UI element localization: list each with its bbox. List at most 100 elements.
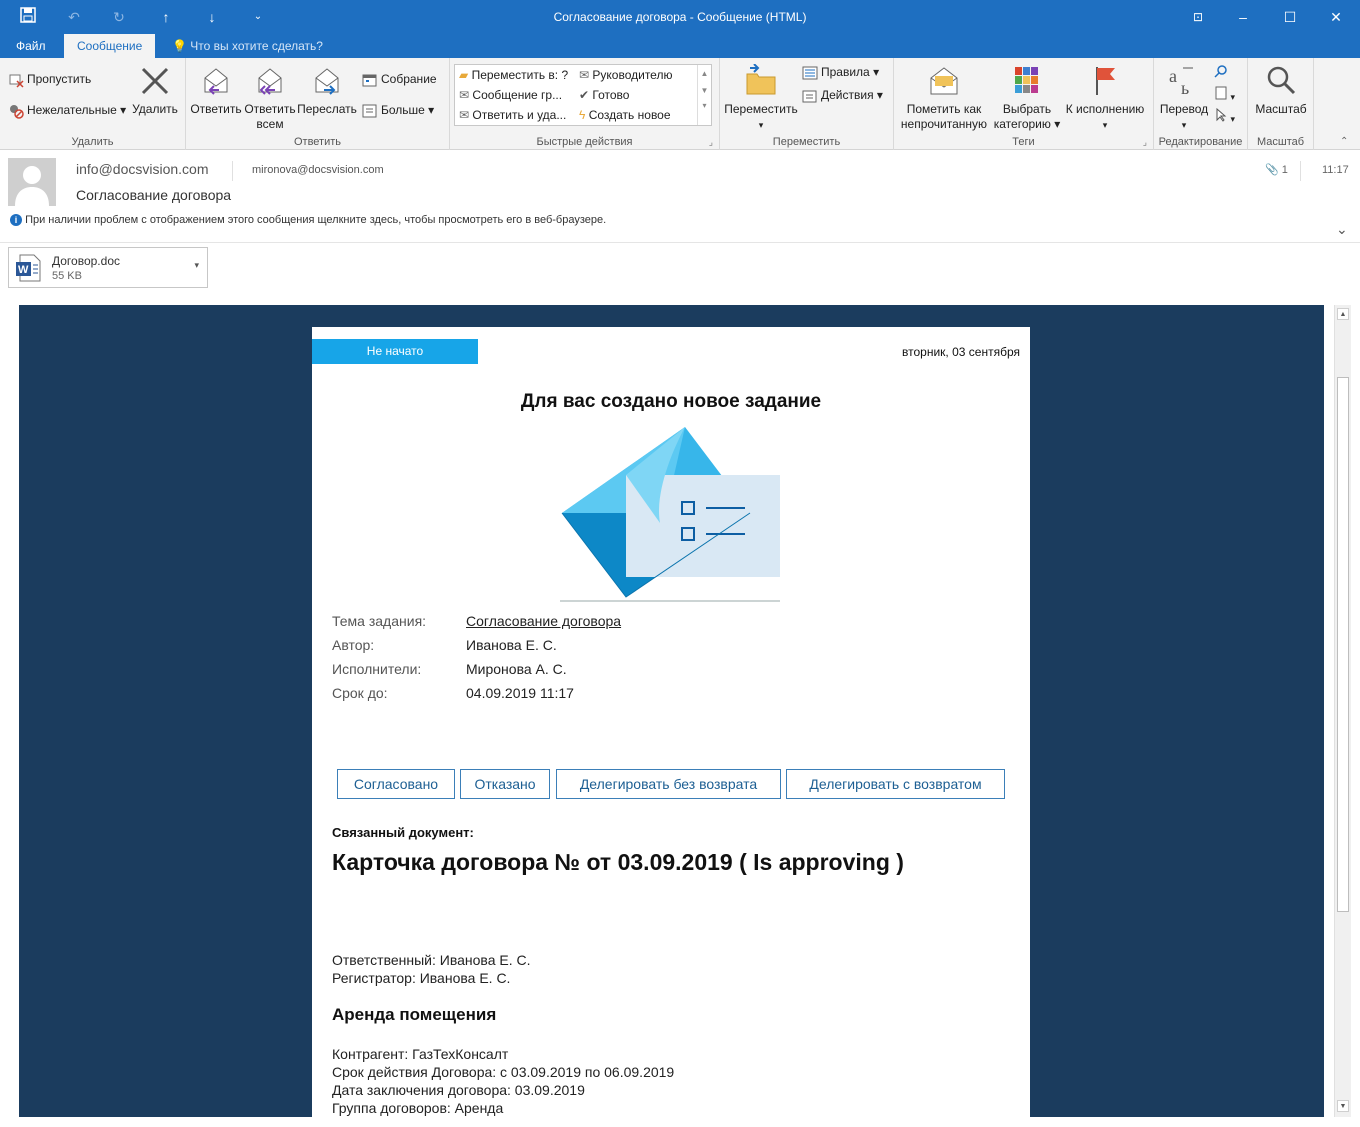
more-icon (362, 104, 377, 118)
contract-group-text: Группа договоров: Аренда (332, 1100, 504, 1116)
reply-delete-icon: ✉ (459, 108, 470, 122)
group-zoom: Масштаб Масштаб (1248, 58, 1314, 150)
new-task-envelope-icon (560, 427, 780, 602)
meeting-icon (362, 74, 377, 87)
group-label-respond: Ответить (293, 136, 342, 148)
field-value: 04.09.2019 11:17 (466, 685, 574, 701)
group-label-zoom: Масштаб (1256, 136, 1305, 148)
quick-step-done[interactable]: ✔ Готово (579, 88, 629, 102)
svg-text:W: W (18, 264, 29, 276)
word-doc-icon: W (16, 254, 41, 282)
delegate-with-return-button[interactable]: Делегировать с возвратом (786, 769, 1005, 799)
scroll-up-icon[interactable]: ▲ (1337, 308, 1349, 320)
junk-button[interactable]: Нежелательные ▾ (8, 103, 126, 119)
sender-address[interactable]: info@docsvision.com (76, 161, 209, 177)
close-button[interactable]: ✕ (1321, 6, 1351, 28)
ribbon-tabs: Файл Сообщение 💡 Что вы хотите сделать? (0, 34, 1360, 58)
forward-icon (315, 68, 339, 95)
contractor-text: Контрагент: ГазТехКонсалт (332, 1046, 509, 1062)
reply-all-button[interactable]: Ответить всем (242, 64, 298, 132)
section-title: Аренда помещения (332, 1005, 497, 1024)
follow-up-button[interactable]: К исполнению ▾ (1062, 64, 1148, 133)
ignore-button[interactable]: Пропустить (8, 72, 91, 88)
field-label: Исполнители: (332, 661, 422, 677)
tab-message[interactable]: Сообщение (64, 34, 156, 58)
attachment-item[interactable]: W Договор.doc 55 KB ▾ (8, 247, 208, 288)
message-subject: Согласование договора (76, 187, 232, 203)
paperclip-icon: 📎 (1265, 164, 1279, 176)
delete-button[interactable]: Удалить (130, 64, 180, 117)
quick-step-create-new[interactable]: ϟ Создать новое (579, 108, 671, 122)
collapse-ribbon-icon[interactable]: ⌃ (1340, 136, 1348, 147)
quick-step-reply-delete[interactable]: ✉ Ответить и уда... (459, 108, 566, 122)
quick-steps-scroll[interactable]: ▲ ▼ ▾ (697, 65, 711, 125)
related-icon[interactable]: ▾ (1214, 86, 1235, 103)
ribbon-display-icon[interactable]: ⊡ (1183, 6, 1213, 28)
message-header: info@docsvision.com mironova@docsvision.… (0, 151, 1360, 243)
translate-icon: aь (1169, 66, 1193, 98)
attachment-dropdown-icon[interactable]: ▾ (194, 260, 199, 271)
term-text: Срок действия Договора: с 03.09.2019 по … (332, 1064, 675, 1080)
reply-button[interactable]: Ответить (188, 64, 244, 117)
vertical-scrollbar[interactable]: ▲ ▼ (1334, 305, 1351, 1117)
expand-header-icon[interactable]: ⌄ (1336, 221, 1348, 238)
quick-step-move[interactable]: ▰ Переместить в: ? (459, 68, 568, 82)
translate-button[interactable]: aь Перевод ▾ (1156, 64, 1212, 133)
window-title: Согласование договора - Сообщение (HTML) (553, 10, 807, 24)
forward-button[interactable]: Переслать (296, 64, 358, 117)
reject-button[interactable]: Отказано (460, 769, 550, 799)
move-button[interactable]: Переместить ▾ (722, 64, 800, 133)
task-subject-link[interactable]: Согласование договора (466, 609, 621, 633)
actions-button[interactable]: Действия ▾ (802, 88, 883, 104)
mark-unread-icon (930, 67, 958, 95)
more-respond-button[interactable]: Больше ▾ (362, 103, 434, 119)
info-bar-text: При наличии проблем с отображением этого… (25, 214, 607, 226)
ignore-icon (9, 74, 24, 88)
group-editing: aь Перевод ▾ ▾ ▾ Редактирование (1154, 58, 1248, 150)
delegate-no-return-button[interactable]: Делегировать без возврата (556, 769, 781, 799)
quick-steps-gallery: ▰ Переместить в: ? ✉ Сообщение гр... ✉ О… (454, 64, 712, 126)
find-icon[interactable] (1214, 64, 1228, 81)
checkmark-icon: ✔ (579, 88, 590, 102)
svg-text:ь: ь (1181, 78, 1189, 98)
meeting-button[interactable]: Собрание (362, 72, 437, 88)
recipient-address[interactable]: mironova@docsvision.com (252, 164, 384, 176)
categorize-button[interactable]: Выбрать категорию ▾ (992, 64, 1062, 132)
rules-icon (802, 66, 818, 80)
quick-step-team-email[interactable]: ✉ Сообщение гр... (459, 88, 562, 102)
title-bar: ↶ ↻ ↑ ↓ ⌄ Согласование договора - Сообще… (0, 0, 1360, 34)
quick-step-to-manager[interactable]: ✉ Руководителю (579, 68, 672, 82)
conclusion-date-text: Дата заключения договора: 03.09.2019 (332, 1082, 585, 1098)
task-date: вторник, 03 сентября (902, 345, 1020, 359)
task-headline: Для вас создано новое задание (520, 391, 822, 412)
junk-icon (10, 105, 24, 119)
group-tags: Пометить как непрочитанную Выбрать категор… (894, 58, 1154, 150)
tab-file[interactable]: Файл (3, 34, 59, 58)
flag-icon (1096, 67, 1115, 95)
group-label-tags: Теги (1012, 136, 1035, 148)
task-card: Не начато вторник, 03 сентября Для вас с… (312, 327, 1030, 1117)
dialog-launcher-icon[interactable]: ⌟ (709, 137, 713, 148)
approve-button[interactable]: Согласовано (337, 769, 455, 799)
tell-me-box[interactable]: 💡 Что вы хотите сделать? (172, 34, 323, 58)
mark-unread-button[interactable]: Пометить как непрочитанную (896, 64, 992, 132)
scroll-thumb[interactable] (1337, 377, 1349, 912)
zoom-button[interactable]: Масштаб (1250, 64, 1312, 117)
minimize-button[interactable]: – (1228, 6, 1258, 28)
related-document-label: Связанный документ: (332, 825, 474, 840)
forward-mail-icon: ✉ (579, 68, 590, 82)
group-delete: Пропустить Нежелательные ▾ Удалить Удали… (0, 58, 186, 150)
field-label: Тема задания: (332, 613, 427, 629)
maximize-button[interactable]: ☐ (1275, 6, 1305, 28)
group-label-editing: Редактирование (1158, 136, 1243, 148)
info-bar[interactable]: i При наличии проблем с отображением это… (10, 214, 606, 226)
attachment-count: 📎 1 (1265, 164, 1288, 176)
select-icon[interactable]: ▾ (1214, 107, 1235, 125)
separator (1300, 161, 1301, 181)
status-badge: Не начато (312, 339, 478, 364)
scroll-down-icon[interactable]: ▼ (1337, 1100, 1349, 1112)
rules-button[interactable]: Правила ▾ (802, 65, 879, 81)
reply-all-icon (258, 68, 282, 95)
tags-dialog-launcher-icon[interactable]: ⌟ (1143, 137, 1147, 148)
ribbon: Пропустить Нежелательные ▾ Удалить Удали… (0, 58, 1360, 150)
